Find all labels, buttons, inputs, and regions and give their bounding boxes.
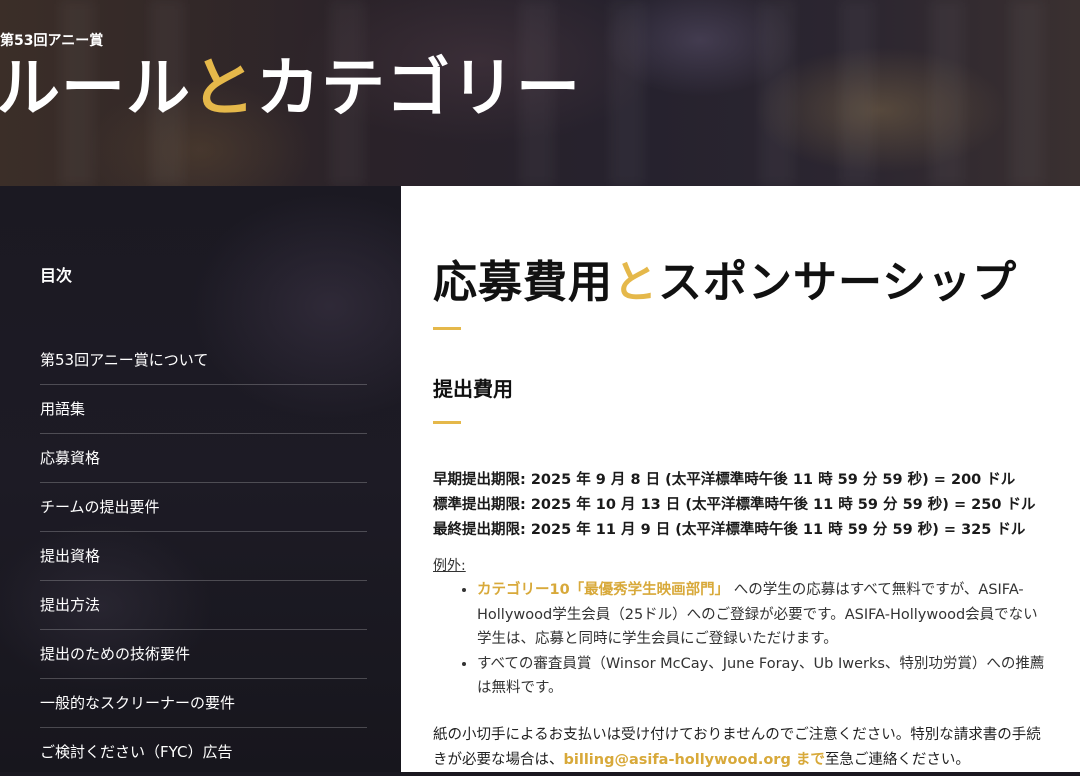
exception-student: カテゴリー10「最優秀学生映画部門」 への学生の応募はすべて無料ですが、ASIF… <box>477 578 1045 652</box>
exceptions-label: 例外: <box>433 558 466 574</box>
student-category-link[interactable]: カテゴリー10「最優秀学生映画部門」 <box>477 582 729 598</box>
toc-item-submission-method[interactable]: 提出方法 <box>40 581 367 630</box>
heading-divider <box>433 327 461 330</box>
subsection-divider <box>433 421 461 424</box>
toc-item-screener-requirements[interactable]: 一般的なスクリーナーの要件 <box>40 679 367 728</box>
deadline-standard: 標準提出期限: 2025 年 10 月 13 日 (太平洋標準時午後 11 時 … <box>433 497 1036 513</box>
deadline-early: 早期提出期限: 2025 年 9 月 8 日 (太平洋標準時午後 11 時 59… <box>433 472 1016 488</box>
toc-item-submission-eligibility[interactable]: 提出資格 <box>40 532 367 581</box>
hero-banner: 第53回アニー賞 ルールとカテゴリー <box>0 0 1080 186</box>
table-of-contents: 目次 第53回アニー賞について 用語集 応募資格 チームの提出要件 提出資格 提… <box>0 186 401 772</box>
toc-heading: 目次 <box>40 266 73 285</box>
main-content: 応募費用とスポンサーシップ 提出費用 早期提出期限: 2025 年 9 月 8 … <box>401 186 1080 772</box>
toc-item-eligibility[interactable]: 応募資格 <box>40 434 367 483</box>
page-title: ルールとカテゴリー <box>0 50 581 128</box>
payment-note-end: 至急ご連絡ください。 <box>824 752 970 768</box>
toc-item-fyc-ads[interactable]: ご検討ください（FYC）広告 <box>40 728 367 776</box>
deadline-list: 早期提出期限: 2025 年 9 月 8 日 (太平洋標準時午後 11 時 59… <box>433 468 1073 543</box>
section-heading-part2: スポンサーシップ <box>658 257 1018 308</box>
hero-subtitle: 第53回アニー賞 <box>0 33 104 49</box>
billing-email-link[interactable]: billing@asifa-hollywood.org まで <box>564 752 825 768</box>
exceptions-list: カテゴリー10「最優秀学生映画部門」 への学生の応募はすべて無料ですが、ASIF… <box>433 578 1045 701</box>
section-heading-part1: 応募費用 <box>433 257 613 308</box>
exception-juried: すべての審査員賞（Winsor McCay、June Foray、Ub Iwer… <box>477 652 1045 701</box>
toc-item-glossary[interactable]: 用語集 <box>40 385 367 434</box>
toc-item-team-requirements[interactable]: チームの提出要件 <box>40 483 367 532</box>
page-title-part2: カテゴリー <box>256 52 581 126</box>
toc-list: 第53回アニー賞について 用語集 応募資格 チームの提出要件 提出資格 提出方法… <box>40 336 367 776</box>
payment-note: 紙の小切手によるお支払いは受け付けておりませんのでご注意ください。特別な請求書の… <box>433 723 1045 772</box>
subsection-title: 提出費用 <box>433 377 513 401</box>
exception-juried-text: すべての審査員賞（Winsor McCay、June Foray、Ub Iwer… <box>477 655 1045 697</box>
toc-item-about[interactable]: 第53回アニー賞について <box>40 336 367 385</box>
page-title-accent: と <box>191 52 256 126</box>
deadline-final: 最終提出期限: 2025 年 11 月 9 日 (太平洋標準時午後 11 時 5… <box>433 522 1026 538</box>
toc-item-technical-requirements[interactable]: 提出のための技術要件 <box>40 630 367 679</box>
page-title-part1: ルール <box>0 52 191 126</box>
section-heading: 応募費用とスポンサーシップ <box>433 246 1017 310</box>
section-heading-accent: と <box>613 257 658 308</box>
